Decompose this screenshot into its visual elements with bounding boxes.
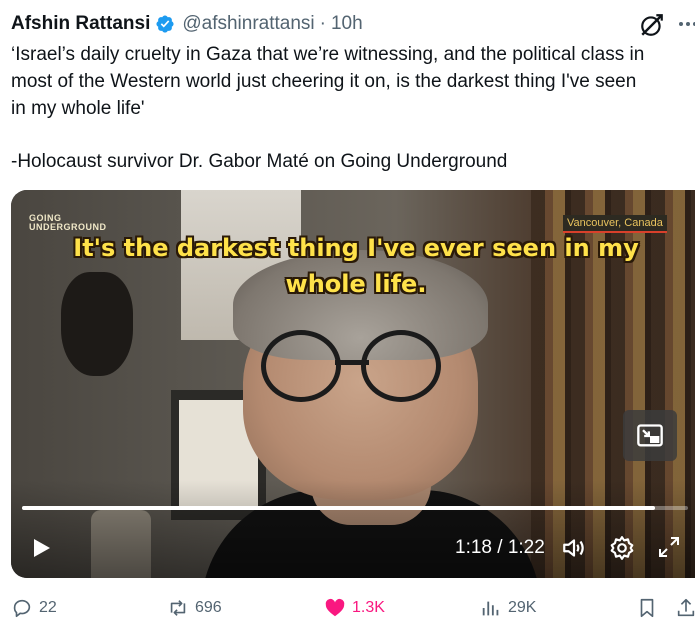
settings-button[interactable] [609, 535, 635, 561]
like-icon [325, 598, 345, 617]
views-icon [482, 601, 499, 616]
tweet-line: -Holocaust survivor Dr. Gabor Maté on Go… [11, 151, 508, 172]
views-button[interactable]: 29K [480, 597, 536, 619]
glasses-bridge [335, 360, 369, 365]
tweet-line: in my whole life' [11, 98, 145, 119]
views-count: 29K [508, 599, 537, 616]
like-count: 1.3K [352, 599, 385, 616]
fullscreen-button[interactable] [657, 535, 681, 559]
tweet-line: most of the Western world just cheering … [11, 71, 637, 92]
reply-icon [13, 599, 31, 618]
repost-count: 696 [195, 599, 222, 616]
tweet-actions: 22 696 1.3K 29K [0, 597, 695, 623]
author-name[interactable]: Afshin Rattansi [11, 13, 150, 35]
grok-icon[interactable] [639, 12, 665, 38]
separator-dot: · [319, 13, 326, 34]
play-icon [34, 539, 50, 557]
caption-line: It's the darkest thing I've ever seen in… [73, 234, 639, 262]
glasses-left-lens [261, 330, 341, 402]
reply-button[interactable]: 22 [11, 597, 57, 619]
video-caption: It's the darkest thing I've ever seen in… [61, 230, 651, 302]
bookmark-button[interactable] [636, 597, 664, 619]
pip-icon [637, 423, 663, 446]
caption-line: whole life. [285, 270, 427, 298]
bookmark-icon [640, 598, 654, 618]
author-handle[interactable]: @afshinrattansi [182, 13, 314, 35]
progress-bar[interactable] [22, 506, 688, 510]
reply-count: 22 [39, 599, 57, 616]
more-icon[interactable] [676, 12, 695, 36]
tweet-header: Afshin Rattansi @afshinrattansi · 10h [11, 10, 363, 38]
controls-scrim [11, 480, 695, 578]
repost-button[interactable]: 696 [167, 597, 222, 619]
post-time[interactable]: 10h [331, 13, 363, 35]
volume-icon [563, 539, 584, 557]
fullscreen-icon [659, 537, 679, 557]
pip-button[interactable] [623, 410, 677, 461]
progress-fill [22, 506, 655, 510]
tweet-text: ‘Israel’s daily cruelty in Gaza that we’… [11, 41, 695, 175]
settings-icon [610, 536, 634, 560]
verified-badge-icon[interactable] [155, 14, 175, 34]
repost-icon [170, 600, 186, 616]
like-button[interactable]: 1.3K [324, 597, 385, 619]
time-display: 1:18 / 1:22 [455, 537, 545, 558]
volume-button[interactable] [561, 535, 587, 561]
tweet-line: ‘Israel’s daily cruelty in Gaza that we’… [11, 44, 645, 65]
share-icon [677, 598, 695, 617]
share-button[interactable] [675, 597, 695, 619]
play-button[interactable] [29, 536, 53, 560]
glasses-right-lens [361, 330, 441, 402]
video-player[interactable]: GOING UNDERGROUND Vancouver, Canada It's… [11, 190, 695, 578]
